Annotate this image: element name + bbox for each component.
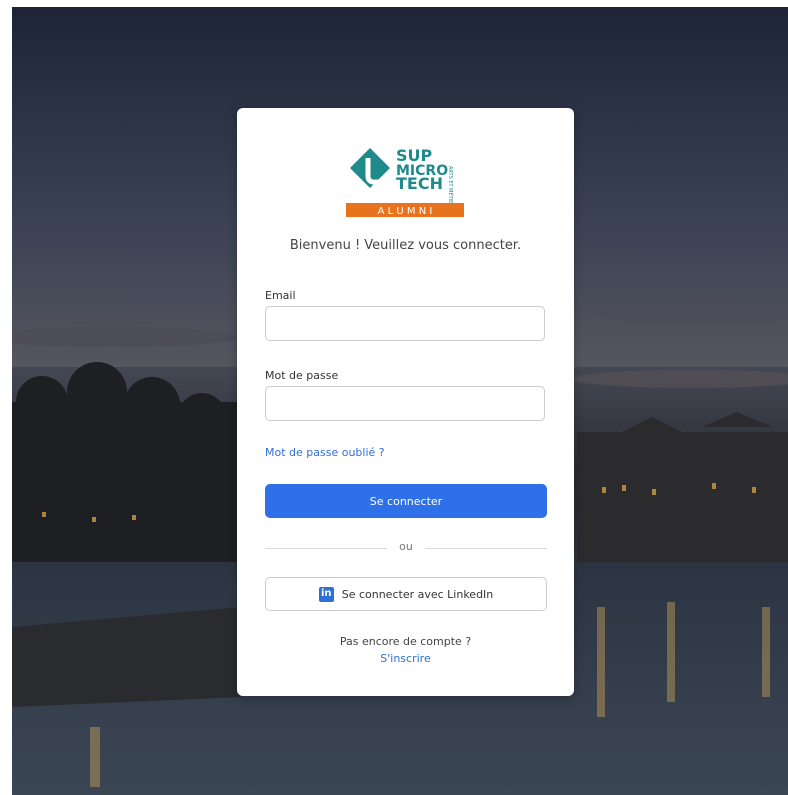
password-input[interactable] bbox=[265, 386, 545, 421]
linkedin-icon: in bbox=[318, 586, 334, 602]
login-card: SUP MICRO TECH ARTS ET MÉTIERS A L U M N… bbox=[237, 108, 574, 696]
email-input[interactable] bbox=[265, 306, 545, 341]
password-label: Mot de passe bbox=[265, 369, 339, 382]
logo-banner-text: A L U M N I bbox=[378, 206, 433, 217]
signup-link[interactable]: S'inscrire bbox=[237, 652, 574, 665]
separator-line-right bbox=[425, 548, 547, 549]
forgot-password-link[interactable]: Mot de passe oublié ? bbox=[265, 446, 385, 459]
linkedin-login-button[interactable]: in Se connecter avec LinkedIn bbox=[265, 577, 547, 611]
login-button[interactable]: Se connecter bbox=[265, 484, 547, 518]
no-account-text: Pas encore de compte ? bbox=[339, 635, 472, 648]
welcome-message: Bienvenu ! Veuillez vous connecter. bbox=[289, 238, 522, 253]
linkedin-button-label: Se connecter avec LinkedIn bbox=[341, 587, 494, 601]
logo-text-tech: TECH bbox=[396, 174, 443, 193]
email-label: Email bbox=[265, 289, 296, 302]
separator-text: ou bbox=[399, 540, 413, 553]
supmicrotech-alumni-logo: SUP MICRO TECH ARTS ET MÉTIERS A L U M N… bbox=[346, 146, 464, 217]
or-separator: ou bbox=[265, 540, 547, 556]
